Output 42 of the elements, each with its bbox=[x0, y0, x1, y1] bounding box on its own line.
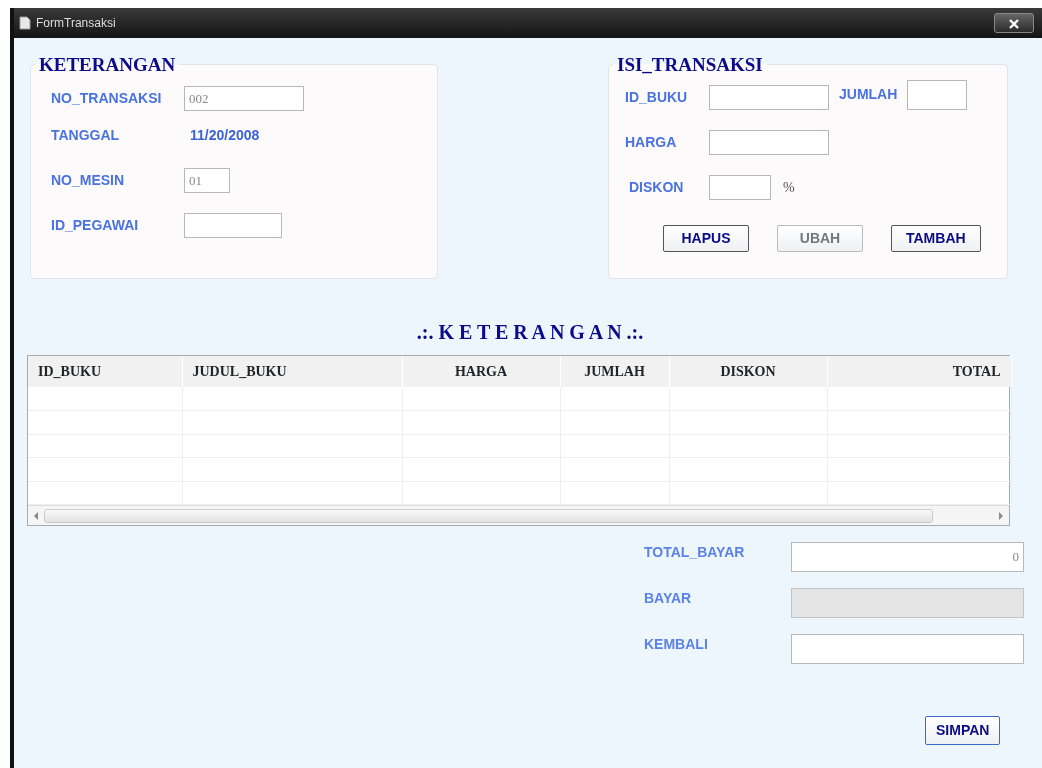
group-title: KETERANGAN bbox=[38, 55, 177, 74]
input-field[interactable]: 01 bbox=[184, 168, 230, 193]
input-field[interactable] bbox=[709, 130, 829, 155]
column-header[interactable]: ID_BUKU bbox=[28, 356, 182, 387]
document-icon bbox=[18, 16, 32, 30]
field-label: NO_MESIN bbox=[51, 171, 126, 190]
field-label: NO_TRANSAKSI bbox=[51, 89, 163, 108]
close-button[interactable] bbox=[994, 13, 1034, 33]
horizontal-scrollbar[interactable] bbox=[28, 505, 1009, 525]
field-label: HARGA bbox=[625, 133, 678, 152]
close-icon bbox=[1008, 19, 1020, 30]
save-button[interactable]: SIMPAN bbox=[925, 716, 1001, 745]
field-label: TANGGAL bbox=[51, 126, 121, 145]
field-label: BAYAR bbox=[643, 589, 693, 608]
input-field[interactable]: 002 bbox=[184, 86, 304, 111]
input-field[interactable] bbox=[709, 175, 771, 200]
field-label: DISKON bbox=[628, 178, 685, 197]
input-field[interactable] bbox=[791, 634, 1024, 664]
field-label: KEMBALI bbox=[643, 635, 709, 654]
window-title: FormTransaksi bbox=[36, 15, 116, 32]
input-field[interactable]: 0 bbox=[791, 542, 1024, 572]
input-field[interactable] bbox=[907, 80, 968, 110]
date-value: 11/20/2008 bbox=[190, 126, 260, 145]
input-field[interactable] bbox=[709, 84, 829, 110]
column-header[interactable]: HARGA bbox=[402, 356, 560, 387]
table-heading: .:. K E T E R A N G A N .:. bbox=[416, 321, 644, 343]
column-header[interactable]: DISKON bbox=[669, 356, 827, 387]
left-arrow-icon bbox=[32, 511, 40, 520]
field-label: ID_BUKU bbox=[625, 87, 689, 107]
scrollbar-thumb[interactable] bbox=[44, 508, 933, 523]
column-header[interactable]: JUDUL_BUKU bbox=[182, 356, 402, 387]
action-button[interactable]: HAPUS bbox=[663, 225, 749, 252]
group-title: ISI_TRANSAKSI bbox=[616, 55, 764, 74]
field-label: TOTAL_BAYAR bbox=[643, 543, 746, 562]
column-header[interactable]: TOTAL bbox=[827, 356, 1011, 387]
field-label: ID_PEGAWAI bbox=[51, 216, 140, 235]
column-header[interactable]: JUMLAH bbox=[560, 356, 669, 387]
right-arrow-icon bbox=[997, 511, 1005, 520]
percent-sign: % bbox=[783, 179, 795, 197]
field-label: JUMLAH bbox=[839, 85, 898, 104]
action-button[interactable]: TAMBAH bbox=[891, 225, 981, 252]
input-field[interactable] bbox=[184, 213, 282, 238]
